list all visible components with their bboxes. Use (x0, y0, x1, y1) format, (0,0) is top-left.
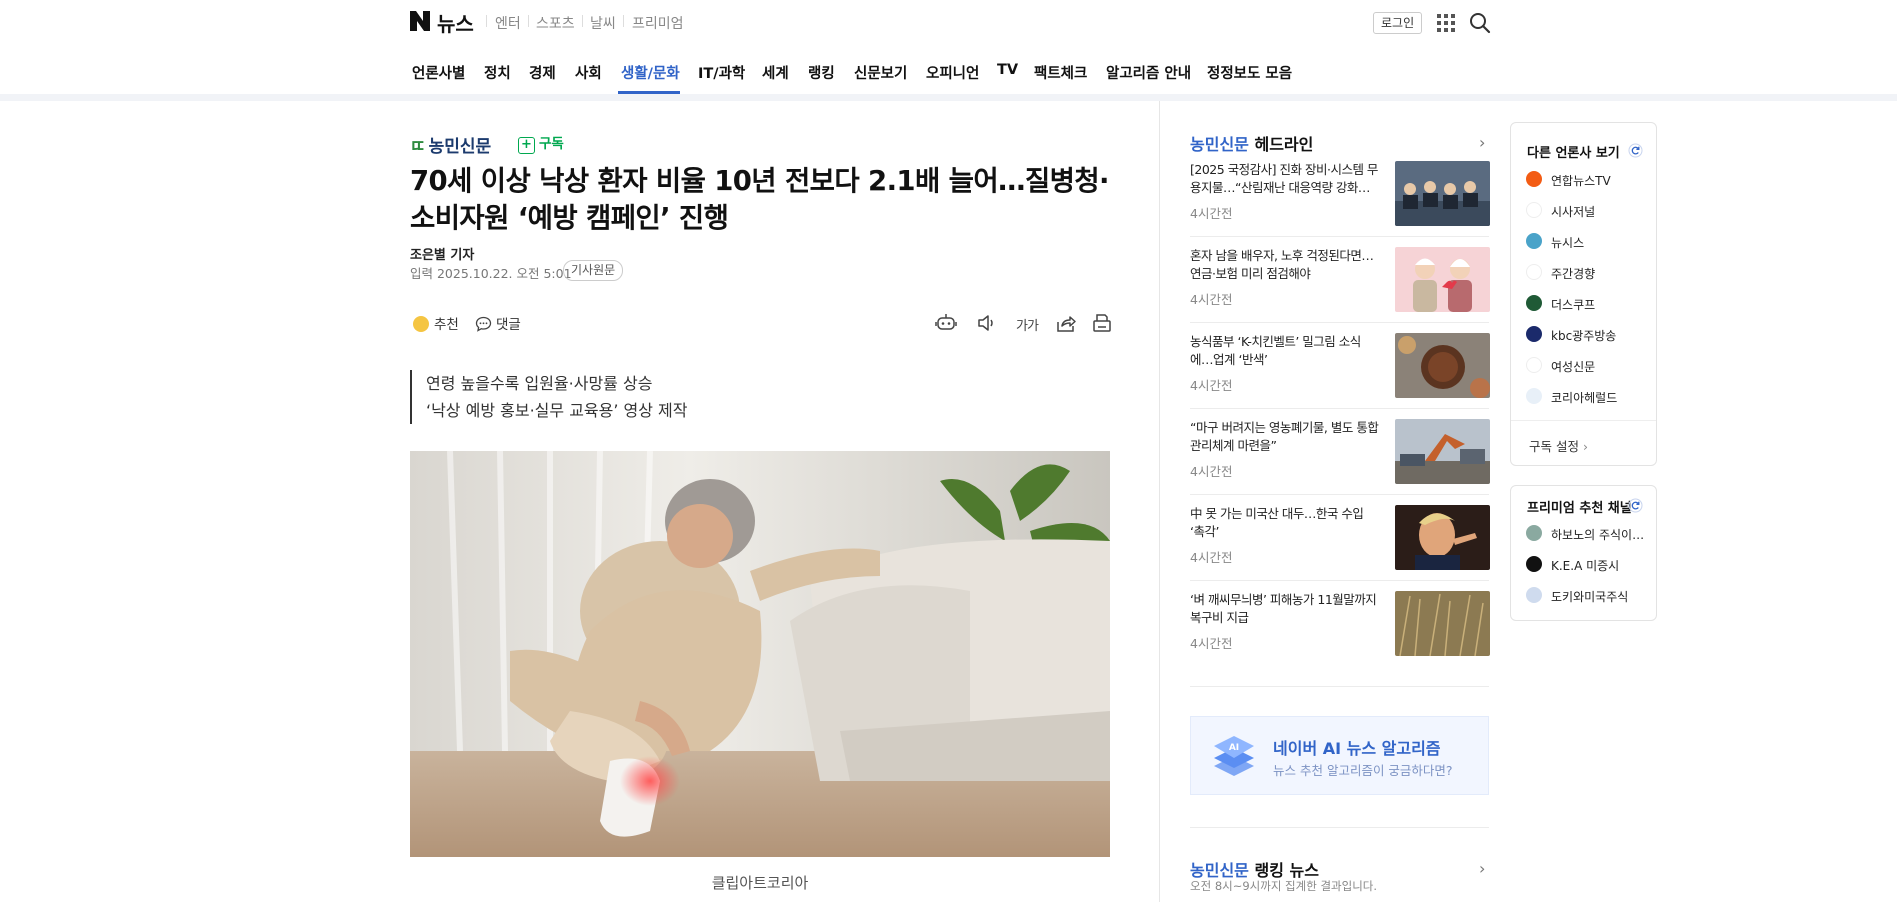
press-mark-icon: ㄸ (410, 137, 426, 157)
publish-datetime: 입력 2025.10.22. 오전 5:01 (410, 266, 572, 281)
divider (1190, 408, 1489, 409)
plus-icon: + (518, 137, 535, 154)
divider (1511, 420, 1656, 421)
divider (1190, 827, 1489, 828)
channel-avatar (1526, 556, 1542, 572)
search-icon[interactable] (1469, 12, 1491, 34)
photo-caption: 클립아트코리아 (711, 874, 809, 892)
subhead-line: 연령 높을수록 입원율·사망률 상승 (426, 374, 653, 393)
smile-icon (413, 316, 429, 332)
speaker-icon[interactable] (976, 312, 998, 334)
topnav-weather[interactable]: 날씨 (590, 13, 616, 33)
headline-item[interactable]: 혼자 남을 배우자, 노후 걱정된다면…연금·보험 미리 점검해야 4시간전 (1190, 247, 1490, 327)
topnav-enter[interactable]: 엔터 (495, 13, 521, 33)
press-logo-icon (1526, 388, 1542, 404)
ai-icon: AI (1214, 736, 1254, 776)
nav-item-tv[interactable]: TV (997, 62, 1018, 78)
chevron-right-icon: › (1582, 439, 1588, 454)
press-logo-icon (1526, 295, 1542, 311)
divider (486, 15, 487, 27)
divider (623, 15, 624, 27)
article-subheadline: 연령 높을수록 입원율·사망률 상승 ‘낙상 예방 홍보·실무 교육용’ 영상 … (410, 370, 688, 424)
divider (582, 15, 583, 27)
nav-item-press[interactable]: 언론사별 (412, 62, 465, 83)
share-icon[interactable] (1055, 312, 1077, 334)
article-headline: 70세 이상 낙상 환자 비율 10년 전보다 2.1배 늘어…질병청·소비자원… (410, 165, 1110, 234)
headline-thumbnail (1395, 161, 1490, 226)
headline-thumbnail (1395, 591, 1490, 656)
nav-item-corrections[interactable]: 정정보도 모음 (1207, 62, 1292, 83)
press-logo-icon (1526, 233, 1542, 249)
ai-summary-icon[interactable] (935, 312, 957, 334)
nav-item-algorithm[interactable]: 알고리즘 안내 (1106, 62, 1191, 83)
headline-thumbnail (1395, 333, 1490, 398)
nav-item-politics[interactable]: 정치 (484, 62, 511, 83)
column-divider (1159, 101, 1160, 902)
apps-grid-icon[interactable] (1437, 14, 1455, 32)
divider (1190, 236, 1489, 237)
channel-avatar (1526, 525, 1542, 541)
headline-item[interactable]: 농식품부 ‘K-치킨벨트’ 밀그림 소식에…업계 ‘반색’ 4시간전 (1190, 333, 1490, 413)
headline-thumbnail (1395, 247, 1490, 312)
print-icon[interactable] (1091, 312, 1113, 334)
headline-item[interactable]: “마구 버려지는 영농폐기물, 별도 통합 관리체계 마련을” 4시간전 (1190, 419, 1490, 499)
press-logo[interactable]: ㄸ 농민신문 (410, 132, 491, 157)
comment-button[interactable]: 댓글 (475, 313, 521, 333)
nav-item-economy[interactable]: 경제 (529, 62, 556, 83)
ai-banner-title: 네이버 AI 뉴스 알고리즘 (1273, 739, 1441, 758)
divider (1190, 686, 1489, 687)
refresh-icon[interactable] (1628, 498, 1643, 513)
top-bar (0, 0, 1897, 44)
nav-item-society[interactable]: 사회 (575, 62, 602, 83)
divider (1190, 494, 1489, 495)
nav-item-world[interactable]: 세계 (762, 62, 789, 83)
press-logo-icon (1526, 171, 1542, 187)
subhead-line: ‘낙상 예방 홍보·실무 교육용’ 영상 제작 (426, 401, 688, 420)
nav-item-ranking[interactable]: 랭킹 (808, 62, 835, 83)
chevron-right-icon[interactable]: › (1479, 859, 1485, 878)
subscription-setting-link[interactable]: 구독 설정 › (1529, 436, 1588, 455)
press-logo-icon (1526, 326, 1542, 342)
divider (1190, 322, 1489, 323)
recommend-button[interactable]: 추천 (413, 313, 459, 333)
original-article-button[interactable]: 기사원문 (563, 260, 624, 281)
headline-item[interactable]: [2025 국정감사] 진화 장비·시스템 무용지물…“산림재난 대응역량 강화… (1190, 161, 1490, 241)
other-press-title: 다른 언론사 보기 (1527, 146, 1620, 161)
chevron-right-icon[interactable]: › (1479, 133, 1485, 152)
reporter-name[interactable]: 조은별 기자 (410, 244, 474, 263)
nav-item-it-science[interactable]: IT/과학 (698, 62, 745, 83)
topnav-premium[interactable]: 프리미엄 (632, 13, 684, 33)
divider (528, 15, 529, 27)
press-logo-icon (1526, 202, 1542, 218)
comment-icon (475, 316, 492, 332)
headline-thumbnail (1395, 505, 1490, 570)
premium-title: 프리미엄 추천 채널 (1527, 501, 1632, 516)
refresh-icon[interactable] (1628, 143, 1643, 158)
text-size-button[interactable]: 가가 (1016, 315, 1039, 334)
ai-banner-subtitle: 뉴스 추천 알고리즘이 궁금하다면? (1273, 763, 1453, 778)
news-brand[interactable]: 뉴스 (437, 8, 474, 37)
channel-avatar (1526, 587, 1542, 603)
nav-item-factcheck[interactable]: 팩트체크 (1034, 62, 1087, 83)
nav-item-newspaper[interactable]: 신문보기 (854, 62, 907, 83)
topnav-sports[interactable]: 스포츠 (536, 13, 575, 33)
headline-section-title[interactable]: 농민신문 헤드라인 (1190, 131, 1313, 155)
divider (1190, 580, 1489, 581)
press-logo-icon (1526, 264, 1542, 280)
subscribe-button[interactable]: + 구독 (518, 132, 564, 154)
headline-thumbnail (1395, 419, 1490, 484)
login-button[interactable]: 로그인 (1373, 12, 1423, 34)
nav-item-opinion[interactable]: 오피니언 (926, 62, 979, 83)
article-photo (410, 451, 1110, 857)
ranking-subtitle: 오전 8시~9시까지 집계한 결과입니다. (1190, 879, 1378, 893)
section-divider (0, 94, 1897, 101)
nav-item-life-culture[interactable]: 생활/문화 (621, 62, 680, 83)
press-logo-icon (1526, 357, 1542, 373)
svg-text:AI: AI (1229, 743, 1239, 753)
naver-logo-icon[interactable] (410, 11, 430, 31)
headline-item[interactable]: 中 못 가는 미국산 대두…한국 수입 ‘촉각’ 4시간전 (1190, 505, 1490, 585)
headline-item[interactable]: ‘벼 깨씨무늬병’ 피해농가 11월말까지 복구비 지급 4시간전 (1190, 591, 1490, 671)
